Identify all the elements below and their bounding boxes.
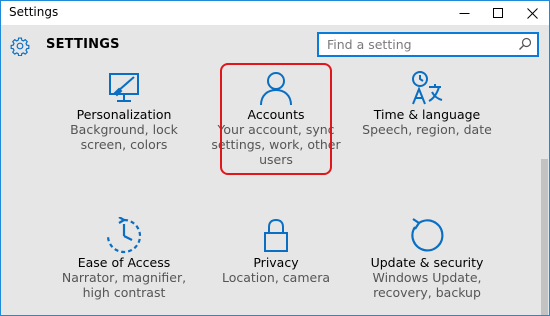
accounts-highlight-box (220, 63, 332, 175)
tile-label: Update & security (370, 255, 484, 270)
tile-label: Privacy (253, 255, 299, 270)
tile-description-line: Background, lock (70, 122, 178, 137)
tile-description-line: screen, colors (80, 137, 168, 152)
personalization-icon (109, 73, 139, 102)
tile-time-language[interactable]: Time & language Speech, region, date (352, 69, 502, 137)
tile-privacy[interactable]: Privacy Location, camera (201, 217, 351, 285)
page-title: SETTINGS (46, 37, 120, 52)
search-box[interactable] (317, 32, 539, 57)
title-bar[interactable]: Settings (1, 1, 549, 25)
tile-description-line: high contrast (82, 285, 166, 300)
scrollbar-thumb[interactable] (541, 159, 548, 315)
maximize-button[interactable] (481, 1, 515, 25)
close-button[interactable] (515, 1, 549, 25)
lock-icon (264, 218, 288, 252)
tile-personalization[interactable]: Personalization Background, lock screen,… (49, 69, 199, 152)
minimize-icon (459, 12, 469, 14)
tile-label: Personalization (76, 107, 172, 122)
tile-description-line: Windows Update, (372, 270, 482, 285)
tile-description-line: Narrator, magnifier, (61, 270, 187, 285)
search-icon[interactable] (518, 37, 532, 51)
tile-update-security[interactable]: Update & security Windows Update, recove… (352, 217, 502, 300)
window-title: Settings (9, 5, 59, 19)
refresh-icon (411, 218, 444, 252)
tile-ease-of-access[interactable]: Ease of Access Narrator, magnifier, high… (49, 217, 199, 300)
ease-of-access-icon (106, 217, 142, 254)
minimize-button[interactable] (447, 1, 481, 25)
tile-label: Ease of Access (77, 255, 171, 270)
tile-label: Time & language (373, 107, 481, 122)
search-input[interactable] (319, 34, 517, 55)
settings-window: Settings SETTINGS Find a setting Persona… (0, 0, 550, 316)
tile-description-line: Location, camera (221, 270, 330, 285)
tile-description-line: Speech, region, date (362, 122, 492, 137)
tile-description-line: recovery, backup (373, 285, 481, 300)
time-language-icon (412, 71, 443, 105)
gear-icon (10, 37, 30, 56)
close-icon (526, 7, 538, 19)
maximize-icon (492, 7, 503, 18)
